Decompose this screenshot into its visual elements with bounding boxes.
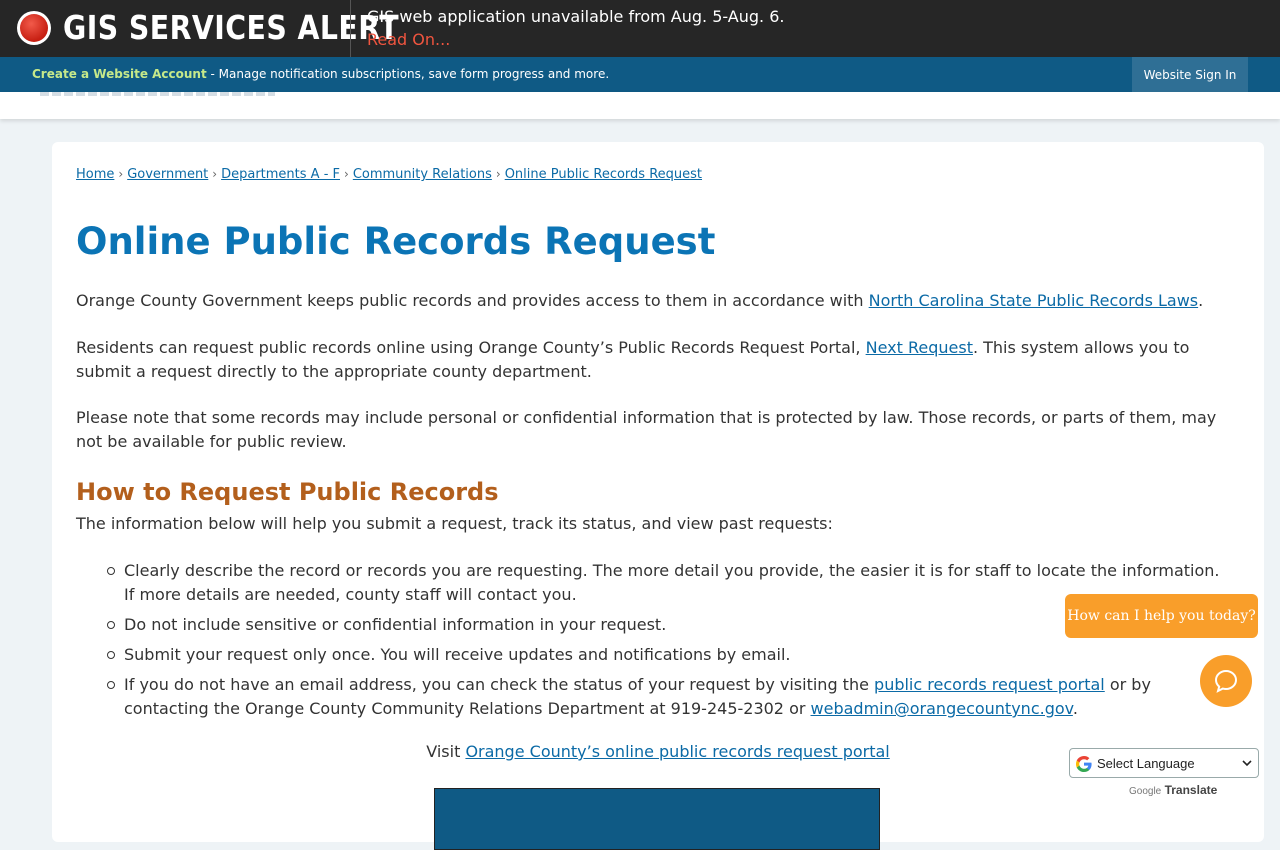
webadmin-email-link[interactable]: webadmin@orangecountync.gov: [811, 699, 1073, 718]
language-select[interactable]: Select Language: [1069, 748, 1259, 778]
breadcrumb: Home › Government › Departments A - F › Commun…: [76, 167, 702, 182]
list-item: Submit your request only once. You will …: [107, 643, 1224, 667]
list-item: If you do not have an email address, you…: [107, 673, 1224, 721]
breadcrumb-separator: ›: [344, 167, 349, 181]
visit-text: Visit: [426, 742, 466, 761]
page-title: Online Public Records Request: [76, 220, 716, 263]
breadcrumb-community-relations[interactable]: Community Relations: [353, 167, 492, 182]
breadcrumb-separator: ›: [212, 167, 218, 181]
alert-bar: GIS SERVICES ALERT GIS web application u…: [0, 0, 1280, 57]
breadcrumb-separator: ›: [118, 167, 124, 181]
list-item-text: .: [1072, 699, 1078, 718]
website-sign-in-button[interactable]: Website Sign In: [1132, 57, 1248, 92]
list-item: Clearly describe the record or records y…: [107, 559, 1224, 607]
content-card: Home › Government › Departments A - F › Commun…: [52, 142, 1264, 850]
google-g-icon: [1076, 756, 1092, 772]
alert-siren-icon: [17, 11, 51, 45]
google-logo-text: Google: [1129, 786, 1162, 797]
intro-paragraph: Orange County Government keeps public re…: [76, 289, 1226, 313]
alert-divider: [350, 0, 351, 57]
breadcrumb-current-page[interactable]: Online Public Records Request: [505, 167, 702, 182]
chevron-down-icon: [1242, 760, 1252, 767]
account-text: Create a Website Account - Manage notifi…: [32, 67, 609, 81]
records-portal-link[interactable]: public records request portal: [874, 675, 1105, 694]
alert-message: GIS web application unavailable from Aug…: [367, 7, 785, 26]
portal-paragraph: Residents can request public records onl…: [76, 336, 1226, 384]
next-request-link[interactable]: Next Request: [866, 338, 973, 357]
confidential-note: Please note that some records may includ…: [76, 408, 1217, 451]
nc-public-records-laws-link[interactable]: North Carolina State Public Records Laws: [869, 291, 1198, 310]
account-description: - Manage notification subscriptions, sav…: [206, 67, 610, 81]
portal-banner-image[interactable]: [434, 788, 880, 850]
chat-launcher-button[interactable]: [1200, 655, 1252, 707]
translate-text: Translate: [1164, 783, 1218, 797]
account-bar: Create a Website Account - Manage notifi…: [0, 57, 1280, 92]
section-title: How to Request Public Records: [76, 478, 499, 506]
portal-text: Residents can request public records onl…: [76, 338, 866, 357]
site-header: [0, 92, 1280, 119]
breadcrumb-home[interactable]: Home: [76, 167, 114, 182]
intro-text: Orange County Government keeps public re…: [76, 291, 869, 310]
breadcrumb-separator: ›: [495, 167, 501, 181]
list-item-text: If you do not have an email address, you…: [124, 675, 875, 694]
site-logo[interactable]: [40, 92, 275, 96]
alert-read-on-link[interactable]: Read On...: [367, 30, 450, 49]
chat-prompt-bubble[interactable]: How can I help you today?: [1065, 594, 1258, 638]
instructions-list: Clearly describe the record or records y…: [100, 559, 1224, 727]
alert-title: GIS SERVICES ALERT: [63, 8, 400, 47]
powered-by-google-translate[interactable]: Google Translate: [1129, 783, 1217, 797]
section-intro: The information below will help you subm…: [76, 514, 833, 533]
language-select-label: Select Language: [1097, 756, 1195, 771]
intro-end: .: [1198, 291, 1204, 310]
list-item: Do not include sensitive or confidential…: [107, 613, 1224, 637]
breadcrumb-departments[interactable]: Departments A - F: [221, 167, 340, 182]
create-account-link[interactable]: Create a Website Account: [32, 67, 207, 81]
online-portal-link[interactable]: Orange County’s online public records re…: [465, 742, 889, 761]
chat-bubble-icon: [1214, 669, 1238, 693]
breadcrumb-government[interactable]: Government: [127, 167, 208, 182]
